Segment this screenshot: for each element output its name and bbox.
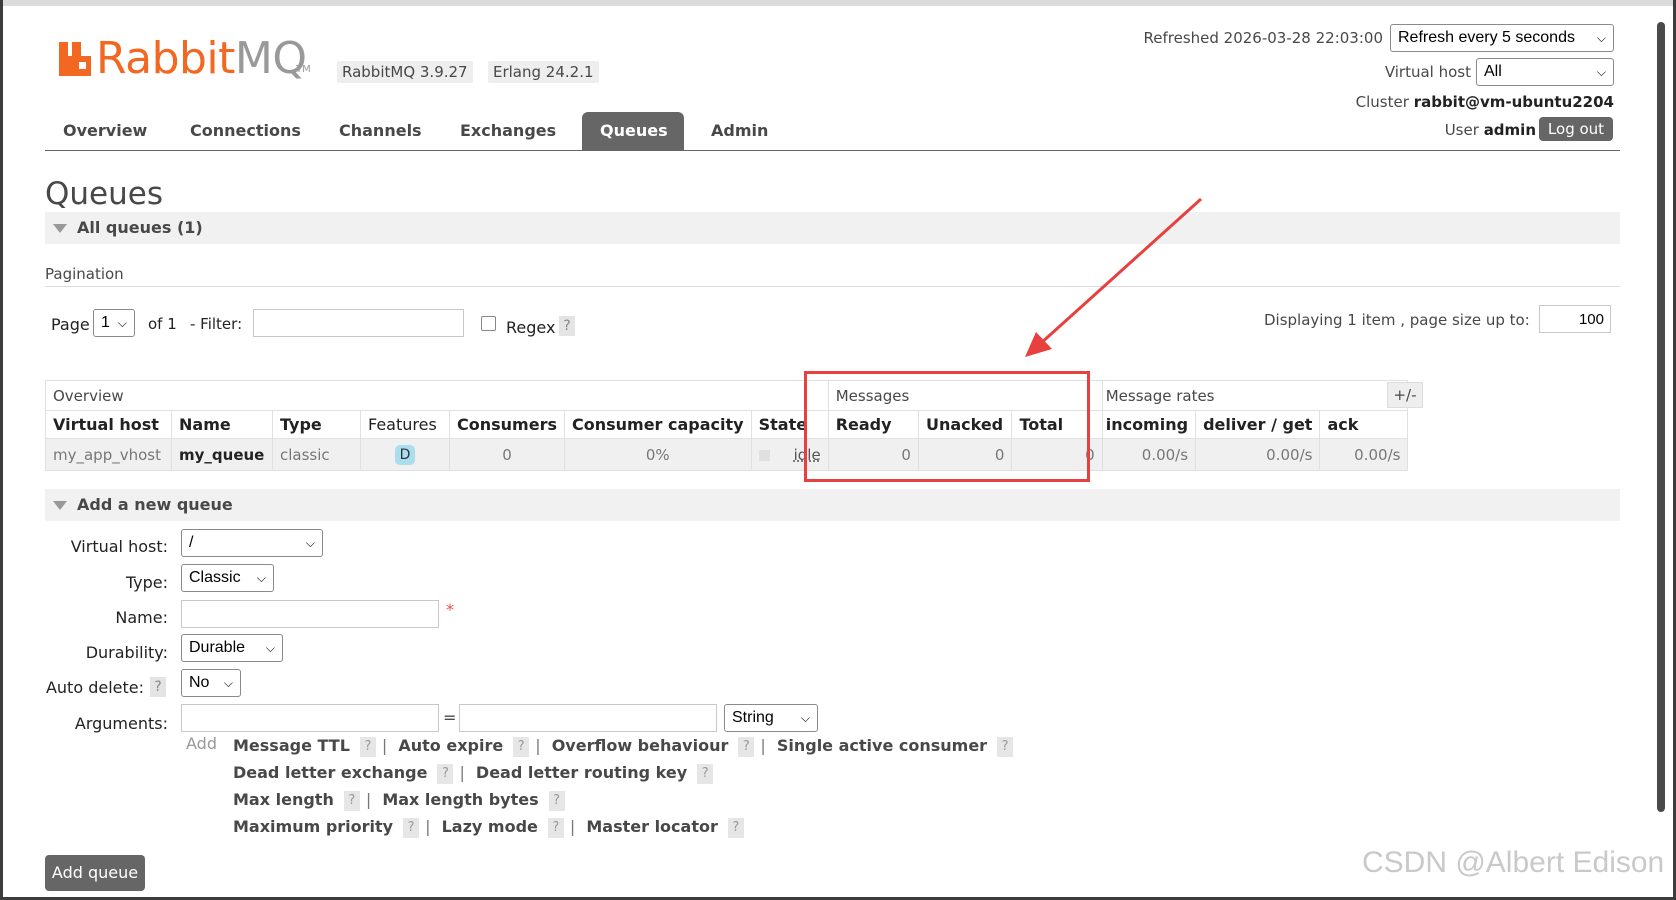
argument-shortcuts-row-1: Message TTL? | Auto expire? | Overflow beh… bbox=[233, 736, 1019, 757]
name-field-label: Name: bbox=[115, 608, 168, 627]
arg-message-ttl-link[interactable]: Message TTL bbox=[233, 736, 350, 755]
durability-field-label: Durability: bbox=[85, 643, 168, 662]
argument-type-select[interactable]: String ⌵ bbox=[724, 704, 818, 732]
help-icon[interactable]: ? bbox=[513, 736, 530, 757]
chevron-down-icon: ⌵ bbox=[305, 536, 315, 550]
argument-shortcuts-row-2: Dead letter exchange? | Dead letter routi… bbox=[233, 763, 719, 784]
help-icon[interactable]: ? bbox=[437, 763, 454, 784]
add-queue-heading: Add a new queue bbox=[77, 495, 233, 514]
vhost-field-label: Virtual host: bbox=[70, 537, 168, 556]
required-marker: * bbox=[446, 600, 454, 619]
argument-equals-sign: = bbox=[443, 708, 457, 727]
help-icon[interactable]: ? bbox=[343, 790, 360, 811]
chevron-down-icon: ⌵ bbox=[265, 641, 275, 655]
argument-shortcuts-row-4: Maximum priority? | Lazy mode? | Master lo… bbox=[233, 817, 750, 838]
watermark-text: CSDN @Albert Edison bbox=[1362, 846, 1665, 879]
add-argument-label: Add bbox=[186, 734, 217, 753]
help-icon[interactable]: ? bbox=[548, 790, 565, 811]
chevron-down-icon: ⌵ bbox=[256, 571, 266, 585]
argument-value-input[interactable] bbox=[459, 704, 717, 732]
auto-delete-select[interactable]: No ⌵ bbox=[181, 669, 241, 697]
arg-max-length-link[interactable]: Max length bbox=[233, 790, 334, 809]
help-icon[interactable]: ? bbox=[547, 817, 564, 838]
arg-dead-letter-routing-key-link[interactable]: Dead letter routing key bbox=[476, 763, 687, 782]
vhost-field-select[interactable]: / ⌵ bbox=[181, 529, 323, 557]
help-icon[interactable]: ? bbox=[738, 736, 755, 757]
auto-delete-field-label: Auto delete: bbox=[45, 678, 144, 697]
arg-lazy-mode-link[interactable]: Lazy mode bbox=[442, 817, 538, 836]
chevron-down-icon: ⌵ bbox=[800, 711, 810, 725]
add-queue-button[interactable]: Add queue bbox=[45, 855, 145, 891]
queue-name-input[interactable] bbox=[181, 600, 439, 628]
auto-delete-help-icon[interactable]: ? bbox=[150, 677, 166, 697]
argument-key-input[interactable] bbox=[181, 704, 439, 732]
type-field-select[interactable]: Classic ⌵ bbox=[181, 564, 274, 592]
arg-maximum-priority-link[interactable]: Maximum priority bbox=[233, 817, 393, 836]
arg-max-length-bytes-link[interactable]: Max length bytes bbox=[382, 790, 538, 809]
arg-auto-expire-link[interactable]: Auto expire bbox=[398, 736, 503, 755]
durability-select[interactable]: Durable ⌵ bbox=[181, 634, 283, 662]
help-icon[interactable]: ? bbox=[697, 763, 714, 784]
add-queue-section-toggle[interactable]: Add a new queue bbox=[45, 489, 1620, 521]
arg-overflow-behaviour-link[interactable]: Overflow behaviour bbox=[552, 736, 729, 755]
type-field-label: Type: bbox=[125, 573, 168, 592]
help-icon[interactable]: ? bbox=[359, 736, 376, 757]
arg-dead-letter-exchange-link[interactable]: Dead letter exchange bbox=[233, 763, 427, 782]
chevron-down-icon: ⌵ bbox=[223, 676, 233, 690]
arguments-field-label: Arguments: bbox=[74, 714, 168, 733]
arg-single-active-consumer-link[interactable]: Single active consumer bbox=[777, 736, 987, 755]
arg-master-locator-link[interactable]: Master locator bbox=[586, 817, 718, 836]
collapse-triangle-icon bbox=[53, 501, 67, 510]
help-icon[interactable]: ? bbox=[997, 736, 1014, 757]
argument-shortcuts-row-3: Max length? | Max length bytes? bbox=[233, 790, 571, 811]
help-icon[interactable]: ? bbox=[727, 817, 744, 838]
help-icon[interactable]: ? bbox=[403, 817, 420, 838]
